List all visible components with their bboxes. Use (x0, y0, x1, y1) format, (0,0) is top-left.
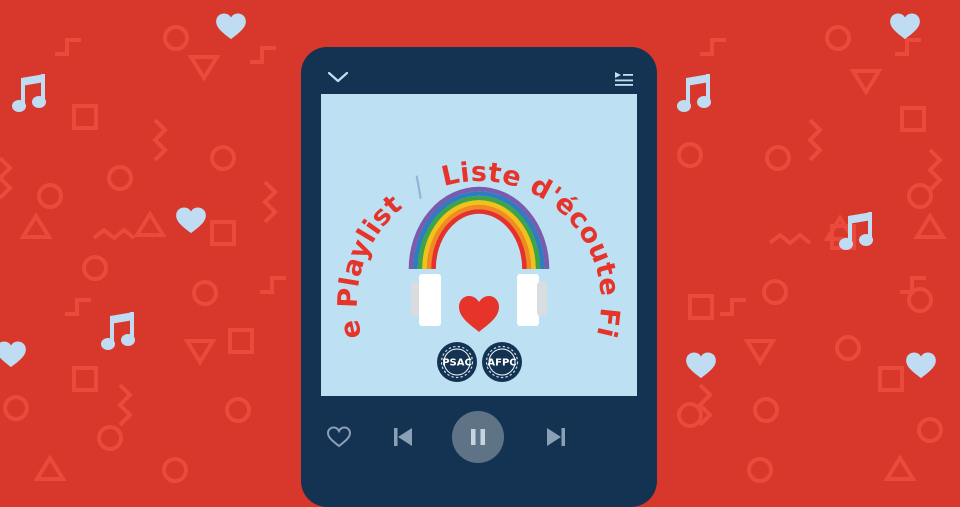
pattern-circle (37, 183, 63, 209)
pattern-step (250, 46, 276, 64)
album-artwork: Pride Playlist / Liste d'écoute Fierté (311, 70, 637, 396)
pattern-square (688, 294, 714, 320)
pattern-triangle (187, 55, 221, 82)
pattern-circle (765, 145, 791, 171)
pattern-circle (907, 183, 933, 209)
pattern-circle (225, 397, 251, 423)
pattern-circle (753, 397, 779, 423)
pattern-zigzag (927, 148, 943, 192)
pattern-music-note-icon (12, 74, 46, 112)
pattern-circle (917, 417, 943, 443)
pattern-circle (82, 255, 108, 281)
pattern-heart-icon (0, 341, 26, 368)
pattern-triangle (913, 212, 947, 239)
pattern-triangle (849, 69, 883, 96)
heart-icon (459, 296, 499, 332)
pattern-step (55, 38, 81, 56)
pattern-step (65, 298, 91, 316)
pattern-circle (825, 25, 851, 51)
pattern-heart-icon (176, 207, 206, 234)
pattern-circle (3, 395, 29, 421)
pattern-heart-icon (906, 352, 936, 379)
pattern-square (72, 366, 98, 392)
title-en: Pride Playlist (321, 94, 408, 341)
pattern-circle (107, 165, 133, 191)
afpc-label: AFPC (487, 358, 516, 369)
pattern-triangle (883, 454, 917, 481)
previous-track-icon[interactable] (391, 425, 415, 449)
pattern-circle (762, 279, 788, 305)
pattern-zigzag (262, 180, 278, 224)
pattern-zigzag (0, 156, 13, 200)
pattern-triangle (19, 212, 53, 239)
pattern-zigzag (807, 118, 823, 162)
pattern-square (228, 328, 254, 354)
pattern-zigzag (117, 383, 133, 427)
pattern-music-note-icon (677, 74, 711, 112)
pattern-zigzag (152, 118, 168, 162)
playback-controls (301, 409, 657, 465)
pattern-circle (677, 402, 703, 428)
pattern-step (720, 298, 746, 316)
phone-player: Pride Playlist / Liste d'écoute Fierté (301, 47, 657, 507)
pattern-triangle (133, 210, 167, 237)
chevron-down-icon[interactable] (327, 69, 349, 85)
pattern-triangle (33, 454, 67, 481)
pattern-heart-icon (890, 13, 920, 40)
pattern-square (900, 106, 926, 132)
pause-button[interactable] (452, 411, 504, 463)
afpc-logo: AFPC (482, 342, 522, 382)
pattern-circle (210, 145, 236, 171)
like-heart-icon[interactable] (326, 425, 352, 449)
pattern-triangle (743, 339, 777, 366)
queue-list-icon[interactable] (614, 71, 634, 87)
pattern-wave (768, 232, 812, 246)
pattern-heart-icon (686, 352, 716, 379)
pattern-wave (92, 227, 136, 241)
pattern-music-note-icon (101, 312, 135, 350)
pattern-circle (677, 142, 703, 168)
psac-logo: PSAC (437, 342, 477, 382)
pattern-square (72, 104, 98, 130)
title-separator: / (408, 171, 431, 203)
pattern-step (895, 38, 921, 56)
pattern-square (878, 366, 904, 392)
pattern-heart-icon (216, 13, 246, 40)
next-track-icon[interactable] (544, 425, 568, 449)
pattern-triangle (183, 339, 217, 366)
pattern-step (700, 38, 726, 56)
pattern-circle (747, 457, 773, 483)
psac-label: PSAC (442, 358, 472, 369)
pattern-step (260, 276, 286, 294)
pattern-circle (162, 457, 188, 483)
rainbow-headband (408, 186, 550, 270)
pause-icon (471, 429, 485, 445)
pattern-square (210, 220, 236, 246)
pattern-circle (192, 280, 218, 306)
pattern-circle (163, 25, 189, 51)
pattern-circle (835, 335, 861, 361)
pattern-circle (97, 425, 123, 451)
